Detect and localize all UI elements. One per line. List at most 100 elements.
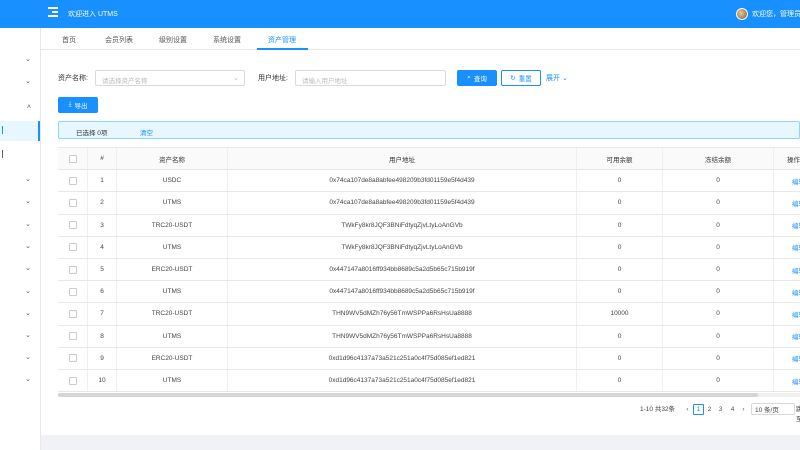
row-edit-link[interactable]: 编辑 xyxy=(774,237,800,258)
table-row[interactable]: 5 ERC20-USDT 0x447147a8016ff934bb8689c5a2d… xyxy=(58,259,800,282)
table-row[interactable]: 6 UTMS 0x447147a8016ff934bb8689c5a2d5b65c7… xyxy=(58,281,800,304)
row-checkbox[interactable] xyxy=(68,354,77,363)
row-edit-link[interactable]: 编辑 xyxy=(774,192,800,213)
row-checkbox[interactable] xyxy=(68,176,77,185)
row-checkbox[interactable] xyxy=(68,221,77,230)
row-edit-link[interactable]: 编辑 xyxy=(774,259,800,280)
page-3[interactable]: 3 xyxy=(715,404,726,415)
user-avatar[interactable] xyxy=(736,8,748,20)
sidebar-menu-6[interactable]: ⌄ xyxy=(0,170,40,190)
sidebar-menu-7[interactable]: ⌄ xyxy=(0,192,40,212)
page-tabs: 首页 会员列表 级别设置 系统设置 资产管理 xyxy=(41,28,800,50)
pagination-summary: 1-10 共32条 xyxy=(640,406,676,413)
prev-page-icon[interactable]: ‹ xyxy=(682,404,693,415)
sidebar-menu-2[interactable]: ⌄ xyxy=(0,72,40,92)
user-greeting[interactable]: 欢迎您，管理员 xyxy=(752,9,800,19)
row-edit-link[interactable]: 编辑 xyxy=(774,370,800,391)
sidebar-menu-3[interactable]: ˄ xyxy=(0,99,40,119)
expand-label: 展开 xyxy=(546,75,560,82)
cell-address: THN9WV5dMZh76y56TmWSPPa6RsHsUa8888 xyxy=(228,325,577,347)
chevron-down-icon: ⌄ xyxy=(233,75,239,82)
table-row[interactable]: 4 UTMS TWkFy8kr8JQF3BNiFdtyqZjvLtyLoAnGVb 0… xyxy=(58,236,800,259)
row-edit-link[interactable]: 编辑 xyxy=(774,326,800,347)
cell-available: 0 xyxy=(577,281,663,303)
row-edit-link[interactable]: 编辑 xyxy=(774,170,800,191)
page-size-select[interactable]: 10 条/页 xyxy=(751,403,795,415)
download-icon: ⤓ xyxy=(68,101,72,108)
chevron-down-icon: ⌄ xyxy=(25,56,31,63)
row-checkbox[interactable] xyxy=(68,332,77,341)
sidebar: ⌄ ⌄ ˄ ⌄ ⌄ ⌄ ⌄ ⌄ ⌄ ⌄ ⌄ ⌄ ⌄ xyxy=(0,28,41,450)
sidebar-menu-1[interactable]: ⌄ xyxy=(0,50,40,70)
search-icon: ⌕ xyxy=(467,74,471,81)
sidebar-menu-13[interactable]: ⌄ xyxy=(0,326,40,346)
export-button[interactable]: ⤓ 导出 xyxy=(58,97,98,113)
row-checkbox-cell xyxy=(58,259,88,281)
cell-available: 0 xyxy=(577,236,663,258)
clear-selection-link[interactable]: 清空 xyxy=(140,127,153,137)
sidebar-menu-10[interactable]: ⌄ xyxy=(0,259,40,279)
row-checkbox[interactable] xyxy=(68,309,77,318)
next-page-icon[interactable]: › xyxy=(738,404,749,415)
cell-no: 10 xyxy=(88,370,117,392)
sidebar-item-sub[interactable] xyxy=(0,145,40,165)
expand-link[interactable]: 展开 ⌄ xyxy=(546,73,568,83)
cell-asset: UTMS xyxy=(117,370,228,392)
row-checkbox[interactable] xyxy=(68,198,77,207)
table-horizontal-scrollbar[interactable] xyxy=(58,393,800,397)
table-row[interactable]: 7 TRC20-USDT THN9WV5dMZh76y56TmWSPPa6RsHsU… xyxy=(58,303,800,326)
table-row[interactable]: 8 UTMS THN9WV5dMZh76y56TmWSPPa6RsHsUa8888 0… xyxy=(58,325,800,348)
scrollbar-thumb[interactable] xyxy=(58,393,758,397)
tab-home[interactable]: 首页 xyxy=(62,35,76,45)
row-checkbox-cell xyxy=(58,236,88,258)
row-checkbox[interactable] xyxy=(68,265,77,274)
reset-button[interactable]: ↻ 重置 xyxy=(501,70,541,86)
cell-available: 10000 xyxy=(577,303,663,325)
sidebar-menu-8[interactable]: ⌄ xyxy=(0,215,40,235)
table-row[interactable]: 2 UTMS 0x74ca107de8a8abfee498209b3fd01159e… xyxy=(58,192,800,215)
cell-frozen: 0 xyxy=(663,192,774,214)
cell-address: 0xd1d96c4137a73a521c251a0c4f75d085ef1ed8… xyxy=(228,370,577,392)
column-header: 操作 xyxy=(774,148,800,169)
menu-toggle-icon[interactable] xyxy=(48,7,58,17)
menu-item-icon xyxy=(2,126,6,134)
app-welcome-title: 欢迎进入 UTMS xyxy=(68,11,118,18)
tab-system-settings[interactable]: 系统设置 xyxy=(213,35,241,45)
table-row[interactable]: 10 UTMS 0xd1d96c4137a73a521c251a0c4f75d085… xyxy=(58,370,800,393)
sidebar-menu-11[interactable]: ⌄ xyxy=(0,282,40,302)
table-row[interactable]: 9 ERC20-USDT 0xd1d96c4137a73a521c251a0c4f7… xyxy=(58,347,800,370)
select-all-checkbox[interactable] xyxy=(68,154,77,163)
sidebar-menu-12[interactable]: ⌄ xyxy=(0,304,40,324)
page-1[interactable]: 1 xyxy=(693,404,704,415)
table-row[interactable]: 3 TRC20-USDT TWkFy8kr8JQF3BNiFdtyqZjvLtyLo… xyxy=(58,214,800,237)
sidebar-item-asset-management[interactable] xyxy=(0,121,40,141)
page-4[interactable]: 4 xyxy=(727,404,738,415)
column-header: 资产名称 xyxy=(117,148,228,170)
cell-address: 0x447147a8016ff934bb8689c5a2d5b65c715b91… xyxy=(228,259,577,281)
tab-level-settings[interactable]: 级别设置 xyxy=(159,35,187,45)
row-edit-link[interactable]: 编辑 xyxy=(774,348,800,369)
asset-name-select[interactable]: 请选择资产名称 ⌄ xyxy=(95,70,245,86)
row-checkbox[interactable] xyxy=(68,376,77,385)
row-checkbox[interactable] xyxy=(68,243,77,252)
cell-address: 0xd1d96c4137a73a521c251a0c4f75d085ef1ed8… xyxy=(228,347,577,369)
user-address-input[interactable]: 请输入用户地址 xyxy=(295,70,446,86)
asset-name-label: 资产名称: xyxy=(58,75,88,82)
sidebar-menu-9[interactable]: ⌄ xyxy=(0,237,40,257)
row-checkbox[interactable] xyxy=(68,287,77,296)
sidebar-menu-15[interactable]: ⌄ xyxy=(0,370,40,390)
table-row[interactable]: 1 USDC 0x74ca107de8a8abfee498209b3fd01159e… xyxy=(58,170,800,193)
row-edit-link[interactable]: 编辑 xyxy=(774,303,800,324)
page-2[interactable]: 2 xyxy=(704,404,715,415)
row-edit-link[interactable]: 编辑 xyxy=(774,215,800,236)
chevron-down-icon: ⌄ xyxy=(25,376,31,383)
cell-available: 0 xyxy=(577,192,663,214)
cell-asset: UTMS xyxy=(117,192,228,214)
tab-asset-management[interactable]: 资产管理 xyxy=(268,35,296,45)
tab-member-list[interactable]: 会员列表 xyxy=(105,35,133,45)
search-button[interactable]: ⌕ 查询 xyxy=(457,70,497,86)
row-edit-link[interactable]: 编辑 xyxy=(774,281,800,302)
cell-address: 0x74ca107de8a8abfee498209b3fd01159e5f4d4… xyxy=(228,170,577,192)
sidebar-menu-14[interactable]: ⌄ xyxy=(0,348,40,368)
cell-available: 0 xyxy=(577,325,663,347)
